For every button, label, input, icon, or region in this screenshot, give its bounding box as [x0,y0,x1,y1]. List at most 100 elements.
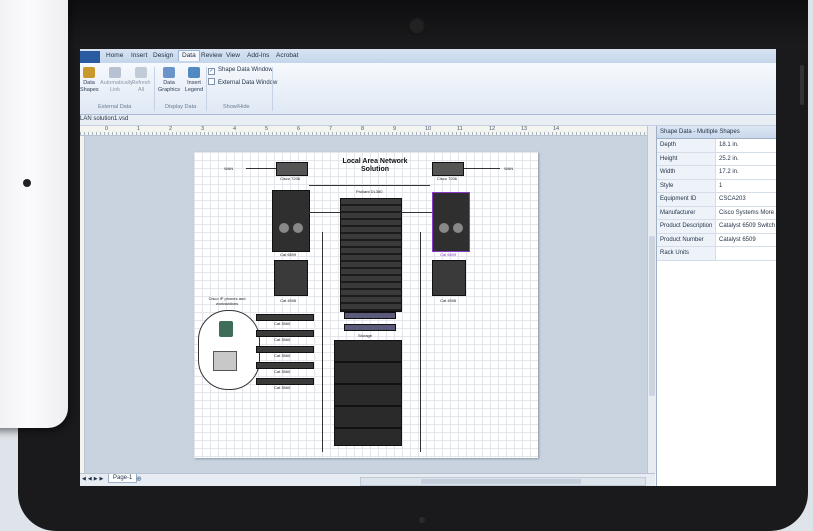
shape-data-value[interactable]: Cisco Systems More [716,207,774,220]
tab-home[interactable]: Home [106,52,123,59]
connector [462,168,500,169]
ruler-number: 12 [488,126,497,132]
cat3560-label-4: Cat 3560 [274,369,291,374]
shape-data-value[interactable]: 18.1 in. [716,139,739,152]
ruler-number: 5 [264,126,270,132]
page-nav-arrows[interactable]: ◀◀▶▶ [82,476,105,482]
checkbox-icon [208,78,215,85]
page-tab[interactable]: Page-1 [108,474,138,483]
legend-icon [188,67,200,78]
horizontal-ruler: 0 1 2 3 4 5 6 7 8 9 10 11 12 13 14 [80,126,650,136]
shape-data-key: Product Number [657,233,716,246]
horizontal-scroll-thumb[interactable] [421,479,581,484]
shape-data-row[interactable]: Width 17.2 in. [657,166,776,180]
tab-design[interactable]: Design [153,52,173,59]
router-left[interactable] [276,162,308,176]
ribbon-separator [206,67,207,111]
ruler-number: 4 [232,126,238,132]
cloud-shape[interactable] [198,310,260,390]
shape-data-row[interactable]: Equipment ID CSCA203 [657,193,776,207]
data-shapes-label: Data Shapes [80,80,99,93]
horizontal-scrollbar[interactable] [360,477,646,486]
drawing-page[interactable]: Local Area Network Solution WAN WAN Cisc… [194,152,538,458]
storage-rack[interactable] [334,340,402,446]
tab-acrobat[interactable]: Acrobat [276,52,298,59]
shape-data-row[interactable]: Height 25.2 in. [657,152,776,166]
vertical-scrollbar[interactable] [647,126,656,473]
shape-data-row[interactable]: Product Number Catalyst 6509 [657,233,776,247]
vertical-scroll-thumb[interactable] [649,236,655,396]
shape-data-value[interactable]: Catalyst 6509 [716,234,756,247]
tab-review[interactable]: Review [201,52,222,59]
group-show-hide: Show/Hide [223,104,250,110]
auto-link-button[interactable]: Automatically Link [100,67,133,94]
ruler-number: 2 [168,126,174,132]
external-data-window-checkbox[interactable]: External Data Window [208,78,277,86]
shape-data-value[interactable]: 25.2 in. [716,153,739,166]
data-graphics-icon [163,67,175,78]
ruler-number: 0 [104,126,110,132]
access-switch-4[interactable] [256,362,314,369]
shape-data-window-checkbox[interactable]: ✓ Shape Data Window [208,67,273,75]
shape-data-row[interactable]: Manufacturer Cisco Systems More [657,206,776,220]
shape-data-panel: Shape Data - Multiple Shapes Depth 18.1 i… [656,126,776,486]
fan-icon [453,223,463,233]
shape-data-key: Manufacturer [657,206,716,219]
shape-data-row[interactable]: Style 1 [657,179,776,193]
tab-view[interactable]: View [226,52,240,59]
switch-cat4506-right[interactable] [432,260,466,296]
shape-data-row[interactable]: Depth 18.1 in. [657,139,776,153]
switch-left-lower-label: Cat 4506 [280,298,297,303]
data-graphics-button[interactable]: Data Graphics [156,67,182,94]
ribbon-separator [272,67,273,111]
shape-data-key: Depth [657,139,716,152]
firewall-device[interactable] [344,324,396,331]
router-right[interactable] [432,162,464,176]
tab-data[interactable]: Data [178,50,200,61]
shape-data-key: Rack Units [657,247,716,260]
shape-data-value[interactable]: Catalyst 6509 Switch [716,220,775,233]
external-data-window-label: External Data Window [218,80,278,86]
file-tab[interactable] [80,51,100,63]
ruler-number: 9 [392,126,398,132]
switch-cat4506-left[interactable] [274,260,308,296]
shape-data-window-label: Shape Data Window [218,67,273,73]
tab-insert[interactable]: Insert [131,52,147,59]
add-page-icon[interactable]: ⊕ [136,475,142,483]
switch-cat6509-right-selected[interactable] [432,192,470,252]
connector [420,232,421,452]
shape-data-row[interactable]: Rack Units [657,247,776,261]
data-shapes-button[interactable]: Data Shapes [80,67,99,94]
shape-data-value[interactable]: 1 [716,180,722,193]
phone-icon [219,321,233,337]
switch-cat6509-left[interactable] [272,190,310,252]
shape-data-key: Height [657,152,716,165]
router-left-label: Cisco 7206 [280,176,301,181]
cat3560-label-2: Cat 3560 [274,337,291,342]
server-rack[interactable] [340,198,402,312]
shape-data-key: Equipment ID [657,193,716,206]
shape-data-value[interactable]: 17.2 in. [716,166,739,179]
access-switch-3[interactable] [256,346,314,353]
access-switch-1[interactable] [256,314,314,321]
shape-data-row[interactable]: Product Description Catalyst 6509 Switch [657,220,776,234]
checkbox-checked-icon: ✓ [208,68,215,75]
connector [309,185,430,186]
cat3560-label-5: Cat 3560 [274,385,291,390]
link-icon [109,67,121,78]
insert-legend-button[interactable]: Insert Legend [182,67,206,94]
data-graphics-label: Data Graphics [157,80,180,93]
refresh-all-button[interactable]: Refresh All [130,67,152,94]
access-switch-2[interactable] [256,330,314,337]
shape-data-value[interactable]: CSCA203 [716,193,746,206]
shape-data-value[interactable] [716,247,719,260]
ruler-number: 10 [424,126,433,132]
tab-add-ins[interactable]: Add-Ins [247,52,269,59]
document-filename: LAN solution1.vsd [80,116,129,122]
ruler-number: 1 [136,126,142,132]
access-switch-5[interactable] [256,378,314,385]
screen: Home Insert Design Data Review View Add-… [80,49,776,486]
firewall-device[interactable] [344,312,396,319]
cat3560-label-3: Cat 3560 [274,353,291,358]
fan-icon [293,223,303,233]
